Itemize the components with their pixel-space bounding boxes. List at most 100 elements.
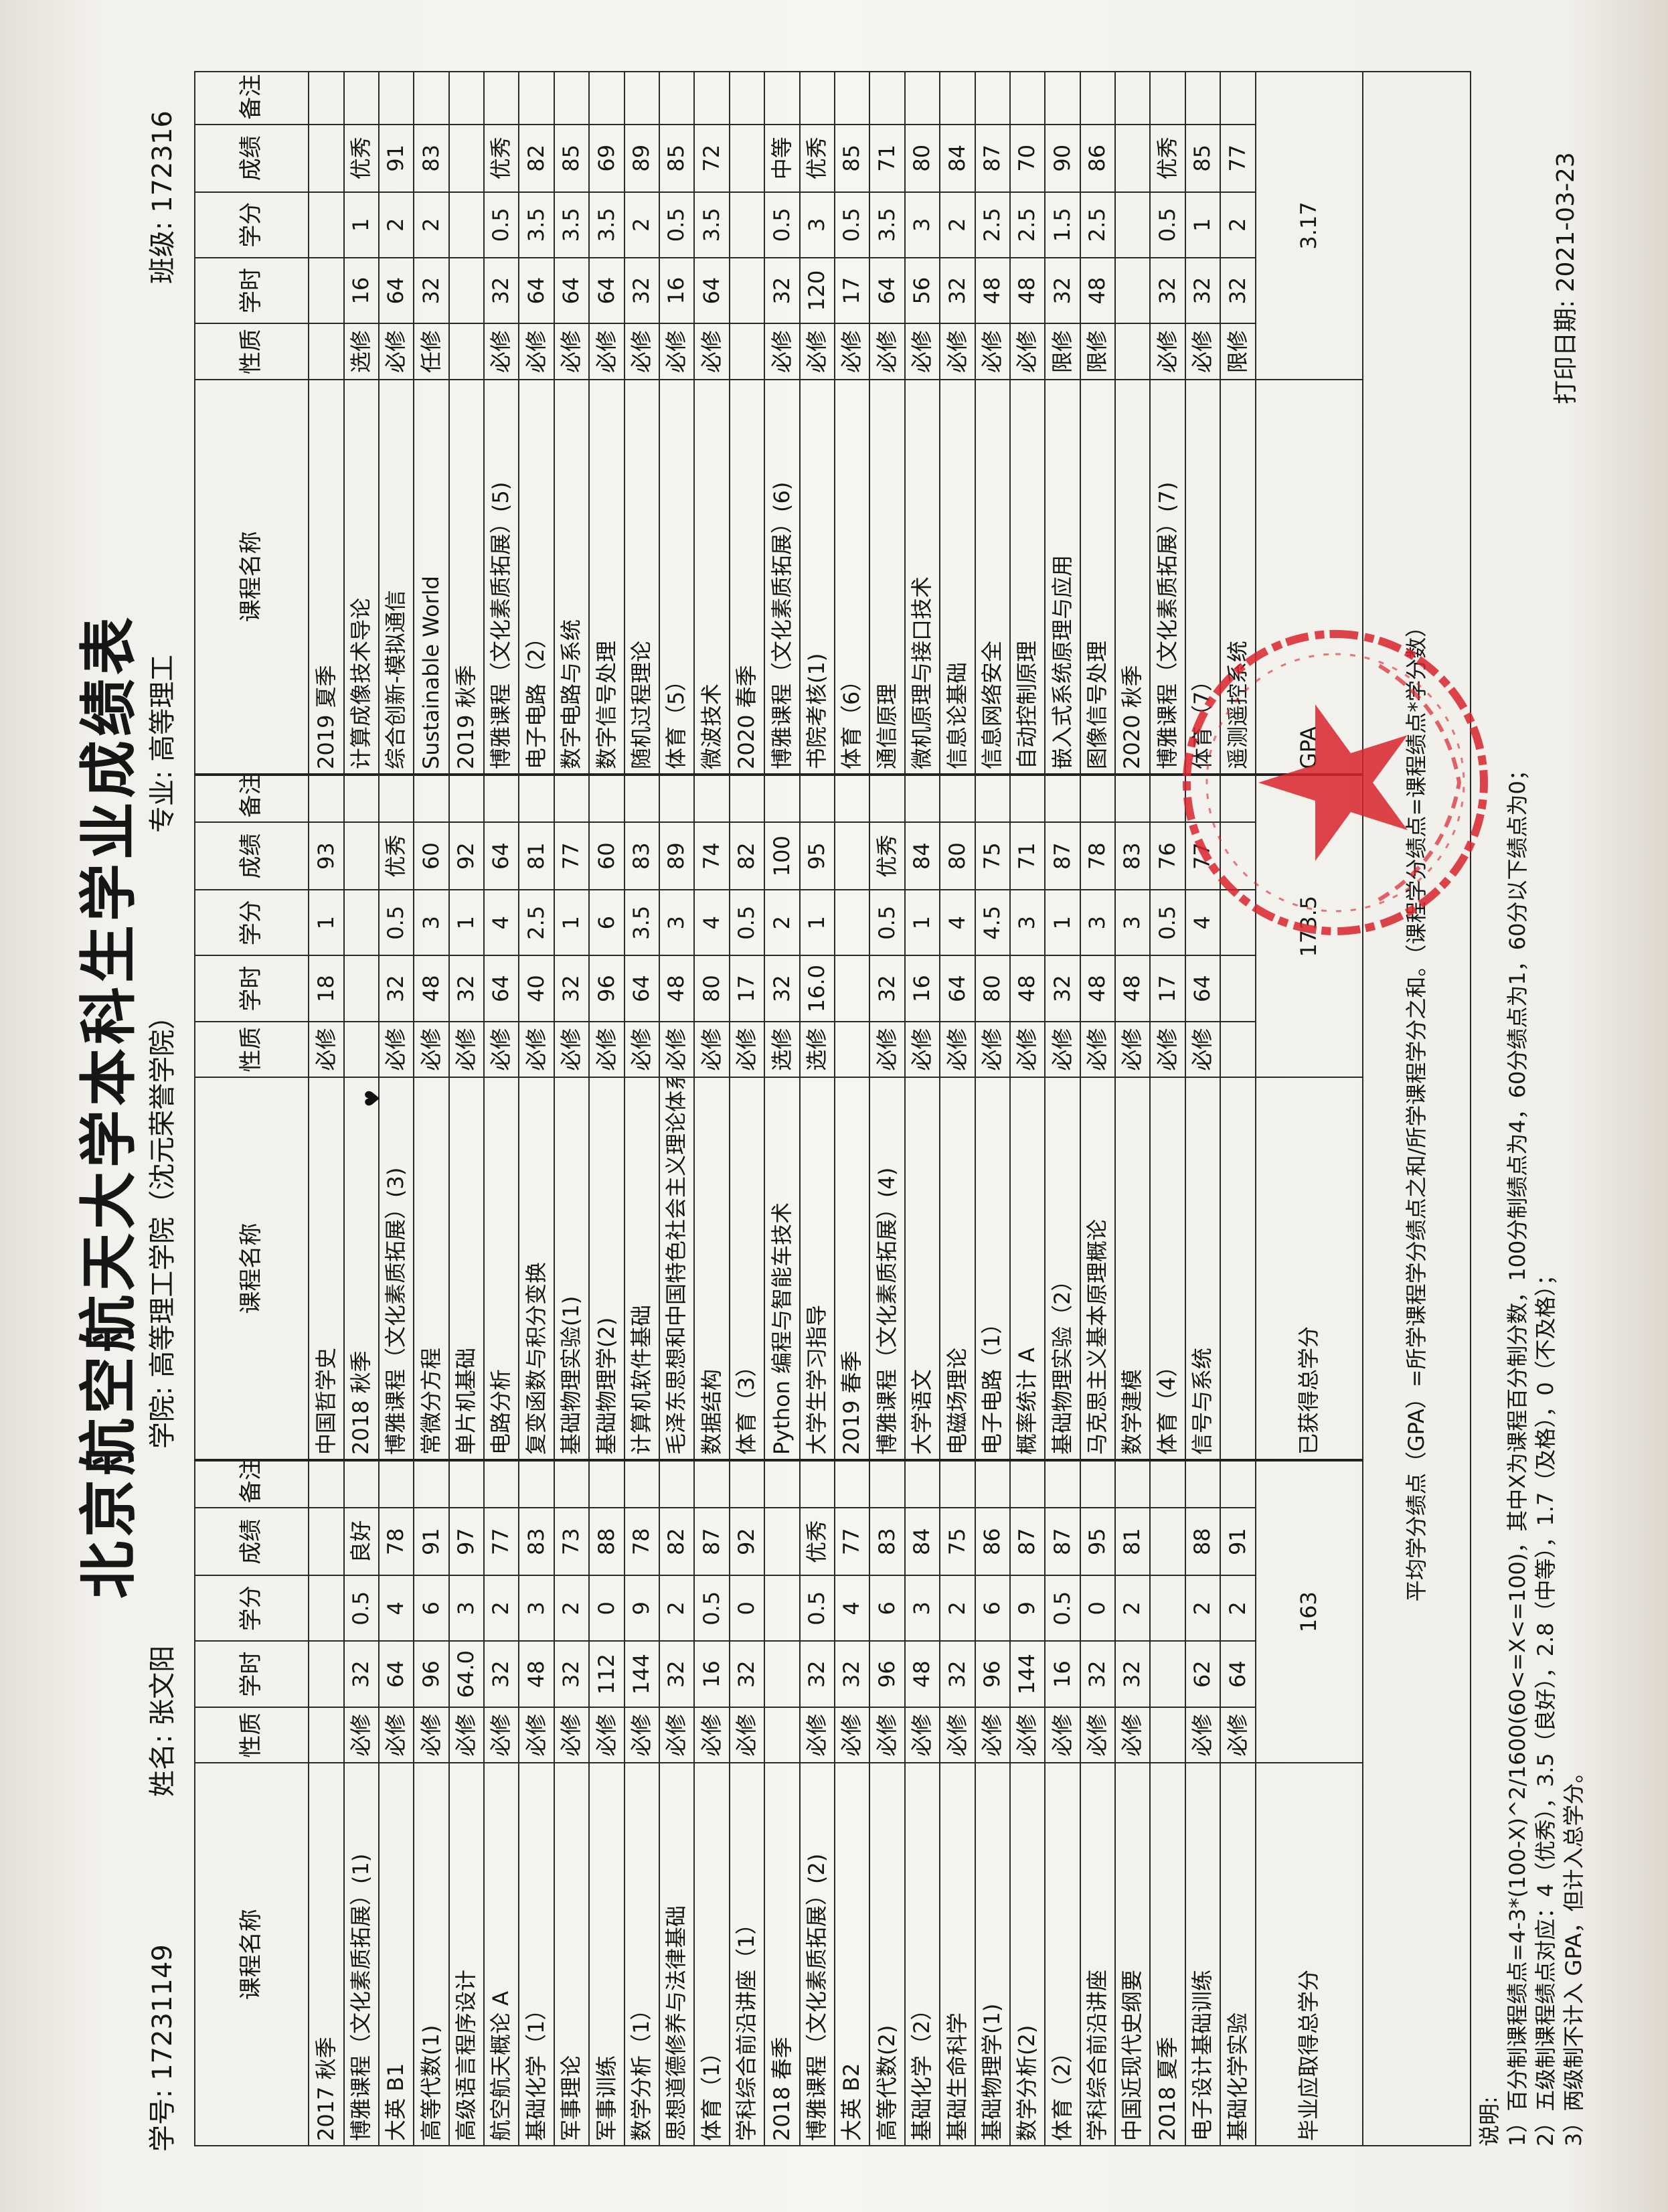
- course-type: 必修: [309, 1021, 344, 1078]
- college: 学院: 高等理工学院（沈元荣誉学院）: [147, 1002, 178, 1449]
- course-credits: 0: [1080, 1575, 1116, 1642]
- course-name: 学科综合前沿讲座: [1080, 1763, 1116, 2146]
- course-name: 中国近现代史纲要: [1115, 1763, 1151, 2146]
- course-hours: 16: [904, 955, 940, 1022]
- term-heading: 2019 秋季: [448, 379, 485, 775]
- course-credits: 6: [589, 890, 624, 956]
- course-hours: 32: [940, 257, 975, 324]
- course-type: 必修: [589, 323, 624, 380]
- course-hours: 64: [1185, 955, 1221, 1022]
- course-type: 必修: [589, 1707, 624, 1763]
- course-credits: 2: [624, 191, 660, 258]
- empty-cell: [1150, 1707, 1185, 1763]
- course-hours: 32: [834, 1641, 870, 1707]
- course-type: 必修: [694, 1021, 730, 1078]
- course-type: 必修: [519, 323, 554, 380]
- course-name: 概率统计 A: [1009, 1077, 1046, 1460]
- course-credits: 3: [1080, 890, 1116, 956]
- course-remark: [343, 72, 379, 125]
- empty-cell: [834, 774, 870, 823]
- grade-table: 课程名称 性质 学时 学分 成绩 备注 课程名称 性质 学时 学分 成绩 备注 课程名称 性质 学时 学分 成绩…: [194, 71, 1471, 2146]
- course-credits: 1: [1045, 890, 1080, 956]
- course-name: 复变函数与积分变换: [519, 1077, 554, 1460]
- course-grade: 83: [519, 1508, 554, 1576]
- course-remark: [940, 72, 975, 125]
- column-header: 学时: [195, 955, 309, 1022]
- course-type: 必修: [554, 1707, 590, 1763]
- empty-cell: [729, 72, 765, 125]
- course-grade: 71: [1009, 822, 1046, 890]
- empty-cell: [309, 1707, 344, 1763]
- course-hours: 48: [1009, 955, 1046, 1022]
- course-name: 计算机软件基础: [624, 1077, 660, 1460]
- course-name: 数学分析（1）: [624, 1763, 660, 2146]
- course-hours: 48: [1009, 257, 1046, 324]
- term-heading: 2018 秋季: [343, 1077, 379, 1460]
- course-grade: 91: [414, 1508, 449, 1576]
- course-type: 必修: [1115, 1021, 1151, 1078]
- empty-cell: [309, 1641, 344, 1707]
- course-grade: 81: [519, 822, 554, 890]
- course-remark: [1080, 1459, 1116, 1508]
- course-remark: [554, 774, 590, 823]
- course-hours: 32: [869, 955, 905, 1022]
- course-credits: 0.5: [799, 1575, 835, 1642]
- course-hours: 16.0: [799, 955, 835, 1022]
- course-grade: 77: [554, 822, 590, 890]
- term-heading: 2020 春季: [729, 379, 765, 775]
- course-name: 大英 B2: [834, 1763, 870, 2146]
- course-remark: [309, 774, 344, 823]
- course-name: Sustainable World: [414, 379, 449, 775]
- course-type: 必修: [343, 1707, 379, 1763]
- course-type: 必修: [1045, 1021, 1080, 1078]
- course-grade: 93: [309, 822, 344, 890]
- course-name: 学科综合前沿讲座（1）: [729, 1763, 765, 2146]
- course-remark: [764, 72, 800, 125]
- course-grade: 74: [694, 822, 730, 890]
- empty-cell: [1115, 191, 1151, 258]
- course-name: 电子设计基础训练: [1185, 1763, 1221, 2146]
- course-credits: 9: [1009, 1575, 1046, 1642]
- course-grade: 87: [694, 1508, 730, 1576]
- course-remark: [1185, 72, 1221, 125]
- empty-cell: [729, 257, 765, 324]
- course-type: 必修: [624, 1021, 660, 1078]
- course-grade: 82: [729, 822, 765, 890]
- course-credits: 2: [1220, 1575, 1256, 1642]
- course-type: 必修: [1185, 1021, 1221, 1078]
- course-name: 数学分析(2): [1009, 1763, 1046, 2146]
- column-header: 备注: [195, 774, 309, 823]
- course-grade: 91: [1220, 1508, 1256, 1576]
- empty-cell: [343, 955, 379, 1022]
- course-hours: 32: [1080, 1641, 1116, 1707]
- course-hours: 32: [764, 955, 800, 1022]
- course-remark: [659, 72, 695, 125]
- course-grade: 82: [519, 124, 554, 192]
- course-type: 必修: [519, 1707, 554, 1763]
- course-type: 必修: [1220, 1707, 1256, 1763]
- course-name: 嵌入式系统原理与应用: [1045, 379, 1080, 775]
- empty-cell: [448, 191, 485, 258]
- course-remark: [940, 1459, 975, 1508]
- course-credits: 2.5: [1080, 191, 1116, 258]
- course-credits: 3: [904, 191, 940, 258]
- empty-cell: [1115, 72, 1151, 125]
- document-title: 北京航空航天大学本科生学业成绩表: [76, 613, 143, 1599]
- course-remark: [975, 72, 1010, 125]
- course-remark: [589, 72, 624, 125]
- empty-cell: [764, 1459, 800, 1508]
- course-remark: [554, 1459, 590, 1508]
- course-hours: 32: [659, 1641, 695, 1707]
- course-remark: [869, 72, 905, 125]
- course-name: 常微分方程: [414, 1077, 449, 1460]
- course-credits: 1: [554, 890, 590, 956]
- course-hours: 32: [1045, 257, 1080, 324]
- course-credits: 2: [414, 191, 449, 258]
- course-credits: 3.5: [554, 191, 590, 258]
- empty-cell: [309, 72, 344, 125]
- course-credits: 2: [659, 1575, 695, 1642]
- empty-cell: [309, 323, 344, 380]
- course-credits: 2: [764, 890, 800, 956]
- course-hours: 48: [1115, 955, 1151, 1022]
- course-name: 高等代数(1): [414, 1763, 449, 2146]
